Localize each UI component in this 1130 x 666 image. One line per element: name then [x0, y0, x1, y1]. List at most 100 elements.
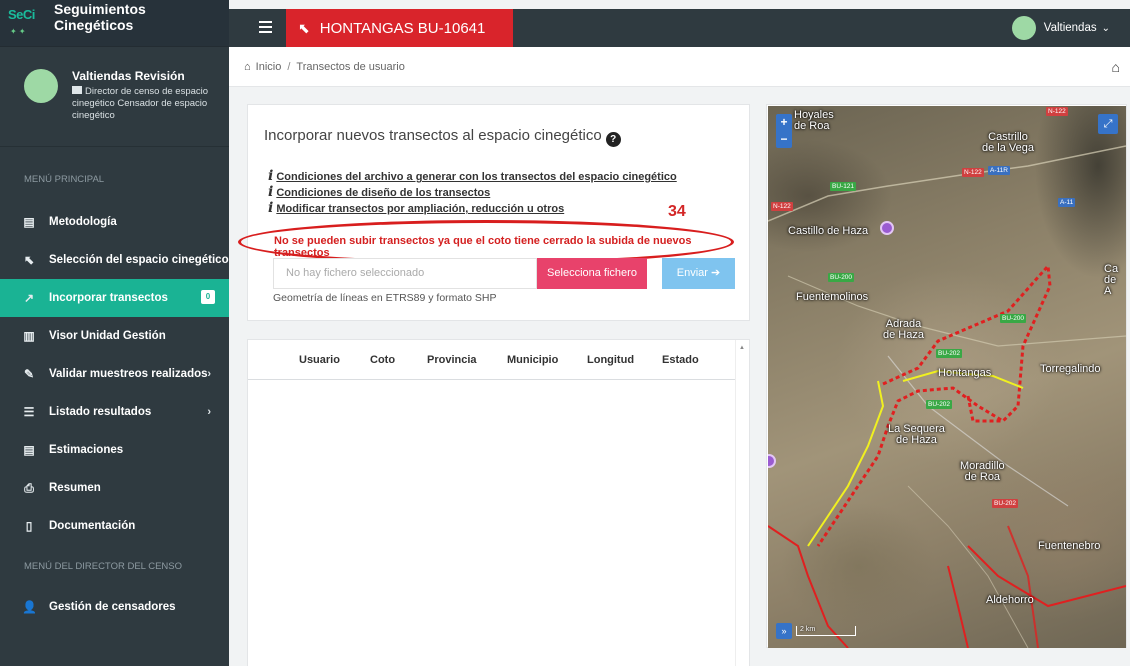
map-footer: » 2 km — [776, 622, 856, 640]
breadcrumb-current: Transectos de usuario — [296, 60, 405, 73]
top-bar: ⬉ HONTANGAS BU-10641 Valtiendas ⌄ — [229, 9, 1130, 47]
zoom-out-button[interactable]: − — [776, 131, 792, 148]
satellite-map[interactable]: Hoyales de Roa Castrillo de la Vega Castil… — [768, 106, 1126, 648]
map-label-hontangas: Hontangas — [938, 367, 992, 379]
avatar — [1011, 16, 1036, 40]
castle-poi-icon[interactable] — [880, 221, 894, 235]
map-label-ca: Ca de A — [1104, 263, 1119, 297]
map-label-la-sequera: La Sequera de Haza — [888, 423, 945, 446]
director-menu-heading: MENÚ DEL DIRECTOR DEL CENSO — [24, 561, 183, 572]
chevron-right-icon: › — [207, 368, 211, 380]
space-name: HONTANGAS BU-10641 — [319, 19, 486, 37]
breadcrumb: ⌂ Inicio / Transectos de usuario ⌂ — [229, 47, 1130, 87]
user-icon: 👤 — [22, 600, 37, 614]
file-icon: ▯ — [25, 519, 33, 533]
zoom-control: + − — [776, 114, 792, 148]
column-header-municipio[interactable]: Municipio — [507, 354, 558, 366]
sidebar-item-incorporar[interactable]: ↗ Incorporar transectos 0 — [0, 279, 229, 317]
sidebar-item-label: Gestión de censadores — [49, 601, 176, 613]
expand-icon[interactable]: » — [776, 623, 792, 639]
sidebar-item-seleccion[interactable]: ⬉ Selección del espacio cinegético — [0, 241, 229, 279]
column-header-usuario[interactable]: Usuario — [299, 354, 340, 366]
arrow-right-icon: ➔ — [711, 267, 721, 279]
road-tag: N-122 — [962, 168, 984, 177]
file-input[interactable]: No hay fichero seleccionado — [273, 258, 537, 289]
sidebar-item-label: Estimaciones — [49, 444, 124, 456]
road-tag: BU-202 — [992, 499, 1019, 508]
column-header-estado[interactable]: Estado — [662, 354, 699, 366]
hamburger-menu-icon[interactable] — [259, 21, 272, 33]
sidebar-item-label: Incorporar transectos — [49, 292, 168, 304]
road-tag: N-122 — [771, 202, 793, 211]
scroll-up-icon[interactable]: ▲ — [739, 345, 745, 351]
link-text: Condiciones de diseño de los transectos — [276, 187, 491, 199]
top-strip — [229, 0, 1130, 9]
seci-logo: SeCi ✦ ✦ — [8, 5, 46, 41]
send-button-label: Enviar — [676, 267, 708, 279]
sidebar-item-gestion-censadores[interactable]: 👤 Gestión de censadores — [0, 588, 229, 626]
document-icon: ▤ — [23, 443, 35, 457]
trend-icon: ↗ — [23, 291, 35, 305]
sidebar-item-label: Validar muestreos realizados — [49, 368, 208, 380]
link-modificar-transectos[interactable]: i Modificar transectos por ampliación, re… — [268, 200, 677, 216]
map-icon: ▥ — [23, 329, 35, 343]
edit-icon: ✎ — [23, 367, 35, 381]
select-file-button[interactable]: Selecciona fichero — [537, 258, 647, 289]
info-icon: i — [268, 200, 274, 216]
road-tag: A-11 — [1058, 198, 1076, 207]
map-label-adrada: Adrada de Haza — [883, 318, 924, 341]
user-menu[interactable]: Valtiendas ⌄ — [1011, 16, 1110, 40]
brand-title: Seguimientos Cinegéticos — [53, 1, 146, 33]
sidebar-item-label: Listado resultados — [49, 406, 152, 418]
link-condiciones-archivo[interactable]: i Condiciones del archivo a generar con l… — [268, 168, 677, 184]
map-label-aldehorro: Aldehorro — [986, 594, 1034, 606]
sidebar-item-listado[interactable]: ☰ Listado resultados › — [0, 393, 229, 431]
road-tag: N-122 — [1046, 107, 1068, 116]
sidebar-item-documentacion[interactable]: ▯ Documentación — [0, 507, 229, 545]
user-profile: Valtiendas Revisión Director de censo de… — [0, 47, 229, 147]
cursor-icon: ⬉ — [298, 19, 310, 36]
sidebar-item-estimaciones[interactable]: ▤ Estimaciones — [0, 431, 229, 469]
road-tag: BU-200 — [1000, 314, 1027, 323]
warning-message: No se pueden subir transectos ya que el … — [274, 235, 692, 259]
road-tag: BU-202 — [926, 400, 953, 409]
user-role: Director de censo de espacio cinegético … — [72, 86, 217, 122]
breadcrumb-home[interactable]: Inicio — [256, 61, 282, 73]
home-icon[interactable]: ⌂ — [1112, 59, 1120, 75]
sidebar-item-label: Documentación — [49, 520, 136, 532]
fullscreen-icon[interactable]: ⤢ — [1098, 114, 1118, 134]
column-header-coto[interactable]: Coto — [370, 354, 395, 366]
sidebar-item-label: Visor Unidad Gestión — [49, 330, 166, 342]
road-tag: BU-121 — [830, 182, 857, 191]
selected-space[interactable]: ⬉ HONTANGAS BU-10641 — [286, 9, 513, 47]
info-links: i Condiciones del archivo a generar con l… — [268, 168, 677, 216]
sidebar-item-resumen[interactable]: ⎙ Resumen — [0, 469, 229, 507]
sidebar: SeCi ✦ ✦ Seguimientos Cinegéticos Valtie… — [0, 0, 229, 666]
column-header-provincia[interactable]: Provincia — [427, 354, 477, 366]
column-header-longitud[interactable]: Longitud — [587, 354, 634, 366]
link-condiciones-diseno[interactable]: i Condiciones de diseño de los transectos — [268, 184, 677, 200]
map-label-castillo-haza: Castillo de Haza — [788, 225, 869, 237]
sidebar-item-validar[interactable]: ✎ Validar muestreos realizados › — [0, 355, 229, 393]
file-upload-row: No hay fichero seleccionado Selecciona f… — [273, 258, 736, 289]
list-icon: ☰ — [23, 405, 35, 419]
map-label-castrillo: Castrillo de la Vega — [982, 131, 1034, 154]
avatar[interactable] — [24, 69, 58, 103]
annotation-number: 34 — [668, 203, 686, 220]
id-card-icon — [72, 86, 82, 94]
pdf-icon: ⎙ — [24, 480, 34, 495]
scrollbar[interactable]: ▲ — [735, 340, 749, 666]
upload-title-text: Incorporar nuevos transectos al espacio … — [264, 127, 602, 144]
breadcrumb-separator: / — [287, 60, 291, 73]
count-badge: 0 — [201, 290, 215, 304]
user-role-text: Director de censo de espacio cinegético … — [72, 86, 209, 121]
sidebar-item-visor[interactable]: ▥ Visor Unidad Gestión — [0, 317, 229, 355]
road-tag: BU-202 — [936, 349, 963, 358]
send-button[interactable]: Enviar ➔ — [662, 258, 735, 289]
help-icon[interactable]: ? — [605, 132, 621, 147]
sidebar-item-metodologia[interactable]: ▤ Metodología — [0, 203, 229, 241]
home-icon[interactable]: ⌂ — [244, 61, 251, 73]
brand[interactable]: SeCi ✦ ✦ Seguimientos Cinegéticos — [0, 0, 229, 47]
zoom-in-button[interactable]: + — [776, 114, 792, 131]
document-icon: ▤ — [23, 215, 35, 229]
